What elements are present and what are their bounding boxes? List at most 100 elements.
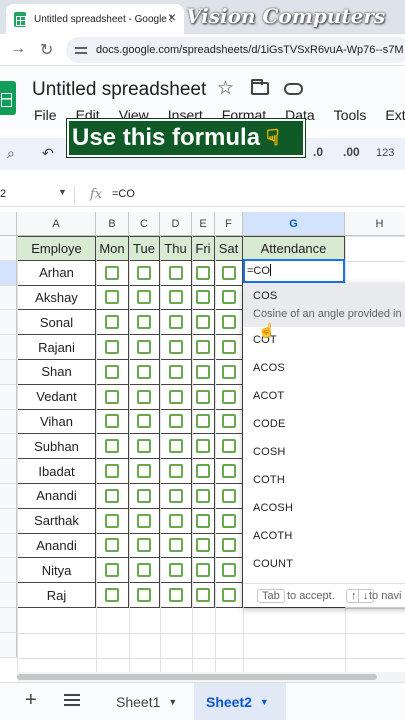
row-header[interactable] [0, 484, 17, 509]
employee-name-cell[interactable]: Sonal [17, 310, 96, 336]
select-all-corner[interactable] [0, 212, 17, 236]
checkbox[interactable] [137, 340, 151, 355]
checkbox[interactable] [196, 340, 210, 355]
checkbox[interactable] [137, 563, 151, 578]
checkbox[interactable] [221, 389, 236, 404]
site-info-icon[interactable] [74, 43, 88, 57]
row-header[interactable] [0, 360, 17, 385]
checkbox[interactable] [196, 488, 210, 503]
checkbox[interactable] [168, 315, 183, 330]
checkbox[interactable] [137, 464, 151, 479]
column-header-b[interactable]: B [96, 212, 129, 236]
checkbox[interactable] [137, 439, 151, 454]
row-header[interactable] [0, 310, 17, 336]
table-header-cell[interactable]: Tue [129, 236, 160, 261]
checkbox[interactable] [105, 439, 119, 454]
checkbox[interactable] [221, 414, 236, 429]
employee-name-cell[interactable]: Vedant [17, 384, 96, 410]
scrollbar-thumb[interactable] [17, 674, 377, 680]
star-icon[interactable]: ☆ [217, 77, 234, 100]
suggestion-item[interactable]: COTH [253, 474, 285, 486]
checkbox[interactable] [196, 315, 210, 330]
all-sheets-menu-icon[interactable] [64, 694, 80, 706]
checkbox[interactable] [137, 414, 151, 429]
suggestion-item[interactable]: ACOSH [253, 502, 293, 514]
decrease-decimal-button[interactable]: .0 [313, 145, 323, 159]
horizontal-scrollbar[interactable] [17, 672, 405, 682]
suggestion-item[interactable]: ACOT [253, 390, 284, 402]
increase-decimal-button[interactable]: .00 [343, 145, 360, 159]
checkbox[interactable] [168, 290, 183, 305]
checkbox[interactable] [105, 290, 119, 305]
address-bar[interactable]: docs.google.com/spreadsheets/d/1iGsTVSxR… [66, 37, 405, 63]
table-header-cell[interactable]: Attendance [243, 236, 345, 261]
move-folder-icon[interactable] [251, 79, 269, 95]
checkbox[interactable] [105, 340, 119, 355]
suggestion-item[interactable]: CODE [253, 418, 286, 430]
row-header[interactable] [0, 285, 17, 311]
forward-arrow-icon[interactable]: → [10, 40, 26, 58]
checkbox[interactable] [221, 588, 236, 603]
row-header[interactable] [0, 632, 17, 658]
chevron-down-icon[interactable]: ▼ [168, 697, 177, 707]
column-header-a[interactable]: A [17, 212, 96, 236]
suggestion-item[interactable]: ACOTH [253, 530, 293, 542]
checkbox[interactable] [168, 464, 183, 479]
table-header-cell[interactable]: Sat [215, 236, 243, 261]
checkbox[interactable] [196, 563, 210, 578]
checkbox[interactable] [105, 315, 119, 330]
checkbox[interactable] [137, 315, 151, 330]
table-header-cell[interactable]: Mon [96, 236, 129, 261]
row-header[interactable] [0, 583, 17, 608]
checkbox[interactable] [196, 364, 210, 379]
checkbox[interactable] [105, 488, 119, 503]
column-header-f[interactable]: F [215, 212, 243, 236]
sheets-logo-icon[interactable] [0, 81, 16, 115]
reload-icon[interactable]: ↻ [40, 40, 53, 60]
checkbox[interactable] [221, 265, 236, 280]
checkbox[interactable] [105, 389, 119, 404]
row-header[interactable] [0, 508, 17, 534]
checkbox[interactable] [137, 389, 151, 404]
checkbox[interactable] [137, 513, 151, 528]
menu-file[interactable]: File [34, 107, 57, 123]
row-header[interactable] [0, 384, 17, 410]
checkbox[interactable] [221, 538, 236, 553]
checkbox[interactable] [168, 488, 183, 503]
checkbox[interactable] [196, 588, 210, 603]
row-header[interactable] [0, 533, 17, 559]
row-header[interactable] [0, 260, 17, 286]
checkbox[interactable] [196, 513, 210, 528]
checkbox[interactable] [168, 364, 183, 379]
employee-name-cell[interactable]: Subhan [17, 434, 96, 460]
suggestion-item[interactable]: COUNT [253, 558, 293, 570]
checkbox[interactable] [221, 364, 236, 379]
search-menus-icon[interactable]: ⌕ [7, 145, 15, 162]
employee-name-cell[interactable]: Shan [17, 360, 96, 385]
column-header-g[interactable]: G [243, 212, 345, 236]
checkbox[interactable] [137, 364, 151, 379]
checkbox[interactable] [196, 538, 210, 553]
checkbox[interactable] [137, 265, 151, 280]
column-header-c[interactable]: C [129, 212, 160, 236]
row-header[interactable] [0, 608, 17, 633]
employee-name-cell[interactable]: Rajani [17, 335, 96, 360]
active-cell-editor[interactable]: =CO [243, 259, 345, 283]
checkbox[interactable] [168, 563, 183, 578]
name-box-dropdown-icon[interactable]: ▼ [58, 187, 67, 197]
employee-name-cell[interactable]: Akshay [17, 285, 96, 311]
document-title[interactable]: Untitled spreadsheet [32, 79, 206, 101]
checkbox[interactable] [168, 414, 183, 429]
checkbox[interactable] [105, 414, 119, 429]
checkbox[interactable] [168, 513, 183, 528]
checkbox[interactable] [105, 464, 119, 479]
row-header[interactable] [0, 409, 17, 435]
checkbox[interactable] [105, 513, 119, 528]
menu-extensions[interactable]: Exten [385, 107, 405, 123]
checkbox[interactable] [105, 563, 119, 578]
checkbox[interactable] [168, 265, 183, 280]
column-header-e[interactable]: E [192, 212, 215, 236]
checkbox[interactable] [105, 588, 119, 603]
employee-name-cell[interactable]: Anandi [17, 533, 96, 559]
checkbox[interactable] [105, 364, 119, 379]
